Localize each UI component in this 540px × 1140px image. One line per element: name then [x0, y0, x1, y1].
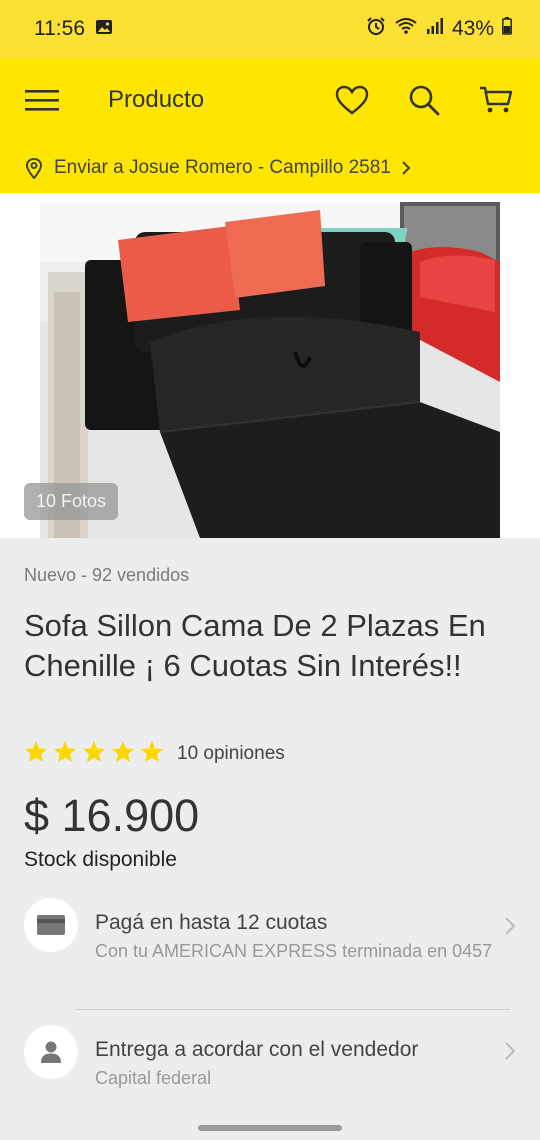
star-icon — [24, 740, 48, 768]
person-icon — [41, 1041, 61, 1063]
delivery-icon-circle — [24, 1025, 78, 1079]
payment-title: Pagá en hasta 12 cuotas — [95, 911, 328, 934]
product-gallery[interactable]: 10 Fotos — [0, 193, 540, 538]
status-left: 11:56 — [34, 17, 113, 41]
divider — [76, 1009, 510, 1010]
gesture-nav-handle[interactable] — [198, 1125, 342, 1131]
battery-icon — [502, 17, 512, 41]
menu-button[interactable] — [24, 82, 60, 118]
delivery-subtitle: Capital federal — [95, 1068, 212, 1088]
search-icon — [409, 85, 440, 116]
chevron-right-icon — [402, 160, 411, 175]
signal-icon — [426, 17, 444, 41]
product-title: Sofa Sillon Cama De 2 Plazas En Chenille… — [24, 608, 486, 683]
product-price: $ 16.900 — [24, 790, 200, 841]
wifi-icon — [394, 17, 418, 41]
search-button[interactable] — [406, 82, 442, 118]
delivery-title: Entrega a acordar con el vendedor — [95, 1038, 419, 1061]
status-time: 11:56 — [34, 17, 85, 40]
alarm-icon — [366, 16, 386, 42]
photo-count-badge: 10 Fotos — [24, 483, 119, 520]
app-bar: Producto — [0, 58, 540, 142]
payment-installments-row[interactable]: Pagá en hasta 12 cuotas Con tu AMERICAN … — [0, 898, 540, 1008]
chevron-right-icon — [505, 1042, 516, 1060]
star-icon — [111, 740, 135, 768]
heart-icon — [335, 85, 369, 115]
hamburger-menu-icon — [25, 90, 59, 111]
battery-percent: 43% — [451, 17, 494, 40]
shipping-address-text: Enviar a Josue Romero - Campillo 2581 — [54, 156, 391, 178]
cart-icon — [480, 86, 513, 113]
page-title: Producto — [108, 86, 205, 113]
appbar-actions — [334, 82, 514, 118]
gallery-notification-icon — [95, 17, 113, 41]
review-count: 10 opiniones — [177, 743, 285, 764]
status-right: 43% — [366, 16, 512, 42]
chevron-right-icon — [505, 917, 516, 935]
star-icon — [82, 740, 106, 768]
condition-and-sold: Nuevo - 92 vendidos — [24, 565, 190, 585]
shipping-address-bar[interactable]: Enviar a Josue Romero - Campillo 2581 — [0, 142, 540, 193]
status-bar: 11:56 43% — [0, 0, 540, 58]
star-icon — [53, 740, 77, 768]
payment-icon-circle — [24, 898, 78, 952]
stock-status: Stock disponible — [24, 848, 177, 871]
credit-card-icon — [37, 915, 65, 935]
rating[interactable]: 10 opiniones — [24, 740, 285, 768]
location-pin-icon — [25, 157, 43, 179]
cart-button[interactable] — [478, 82, 514, 118]
delivery-row[interactable]: Entrega a acordar con el vendedor Capita… — [0, 1025, 540, 1095]
favorite-button[interactable] — [334, 82, 370, 118]
star-icon — [140, 740, 164, 768]
payment-subtitle: Con tu AMERICAN EXPRESS terminada en 045… — [95, 941, 493, 961]
